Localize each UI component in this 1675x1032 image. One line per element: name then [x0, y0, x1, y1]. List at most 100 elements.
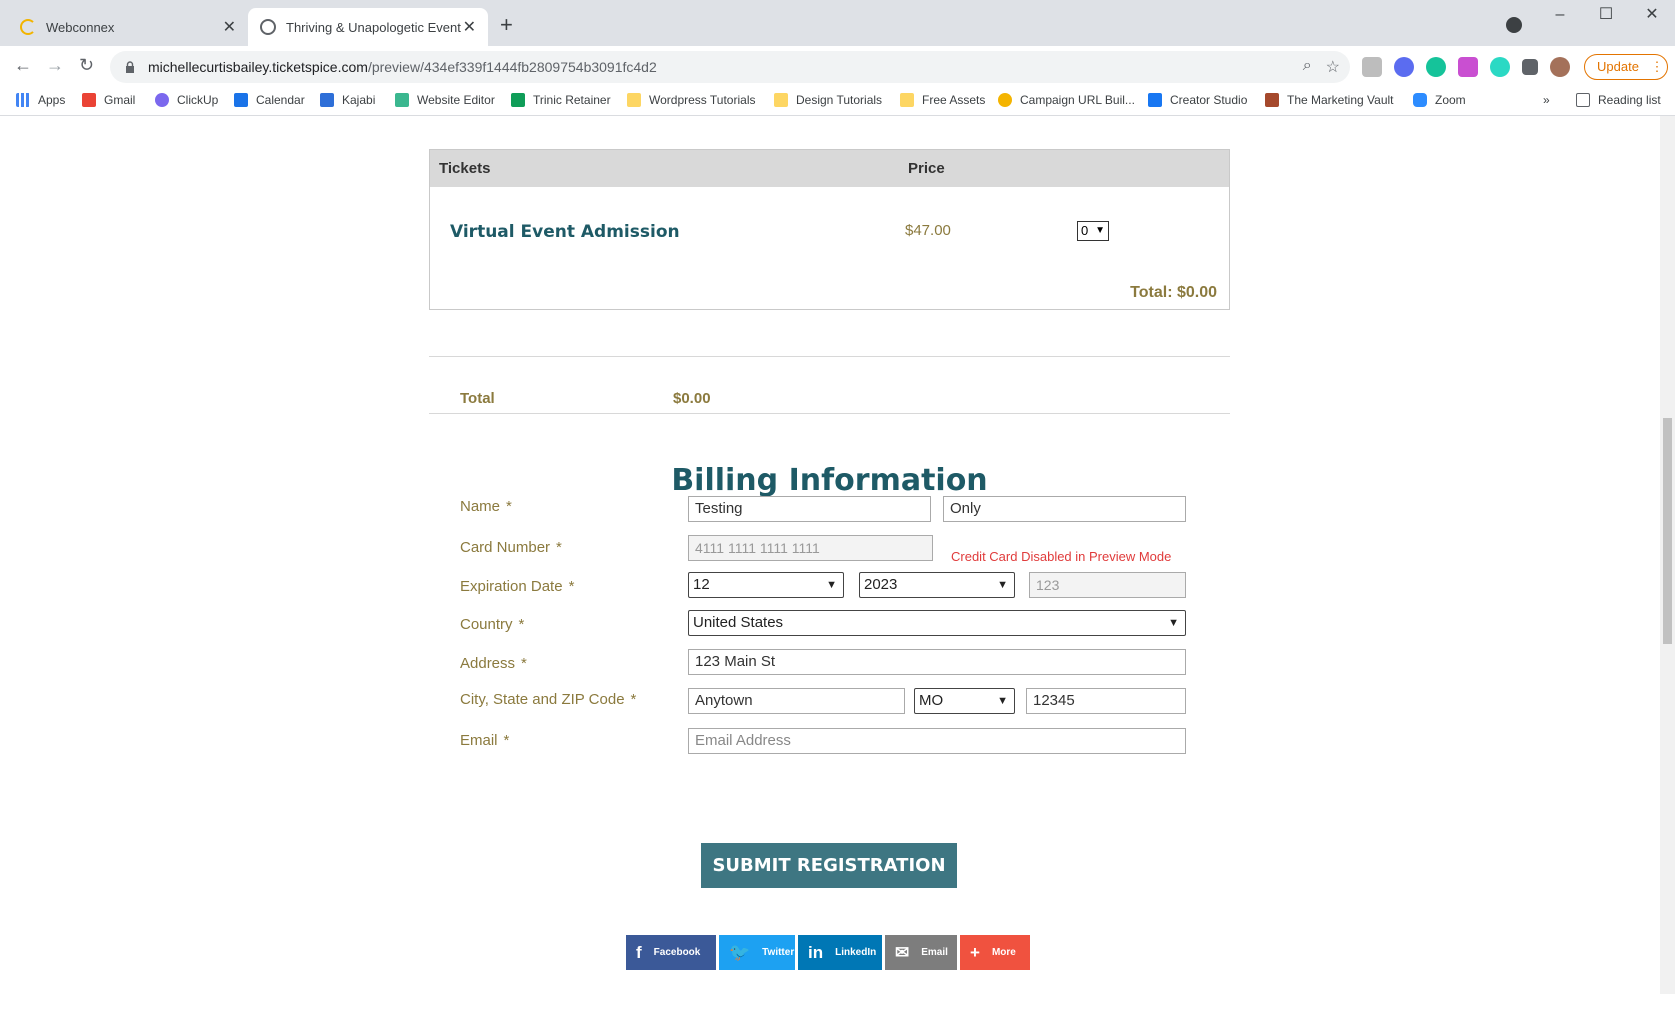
grammarly-icon[interactable] [1426, 57, 1446, 77]
first-name-field[interactable]: Testing [688, 496, 931, 522]
share-twitter-button[interactable]: 🐦 Twitter [719, 935, 795, 970]
ticket-quantity-select[interactable]: 0 ▼ [1077, 221, 1109, 241]
zoom-icon[interactable]: ⌕ [1303, 57, 1312, 77]
bookmark-kajabi[interactable]: Kajabi [320, 93, 375, 107]
window-controls: – ☐ ✕ [1537, 0, 1675, 32]
back-icon[interactable]: ← [14, 55, 32, 76]
browser-toolbar: ← → ↻ michellecurtisbailey.ticketspice.c… [0, 46, 1675, 88]
tickets-table-header: Tickets Price [430, 150, 1229, 187]
page-scrollbar[interactable] [1660, 116, 1675, 994]
tab-title: Thriving & Unapologetic Event [286, 19, 461, 35]
close-window-icon[interactable]: ✕ [1629, 0, 1675, 32]
select-value: 12 [693, 576, 710, 593]
chevron-down-icon: ▼ [1095, 225, 1105, 236]
sheets-icon [511, 93, 525, 107]
bookmark-free-assets[interactable]: Free Assets [900, 93, 985, 107]
bookmark-star-icon[interactable]: ☆ [1326, 57, 1340, 77]
extension-icon[interactable] [1458, 57, 1478, 77]
expiration-date-label: Expiration Date * [460, 578, 574, 595]
card-disabled-warning: Credit Card Disabled in Preview Mode [951, 549, 1172, 564]
reading-list[interactable]: Reading list [1576, 93, 1661, 107]
total-label: Total [460, 390, 495, 407]
bookmark-marketing-vault[interactable]: The Marketing Vault [1265, 93, 1394, 107]
gmail-icon [82, 93, 96, 107]
share-facebook-button[interactable]: f Facebook [626, 935, 716, 970]
name-label: Name * [460, 498, 512, 515]
bookmark-design-tutorials[interactable]: Design Tutorials [774, 93, 882, 107]
ticket-name: Virtual Event Admission [450, 222, 680, 242]
maximize-icon[interactable]: ☐ [1583, 0, 1629, 32]
chevron-down-icon: ▼ [1168, 617, 1179, 629]
avatar[interactable] [1550, 57, 1570, 77]
share-label: LinkedIn [835, 947, 877, 958]
share-email-button[interactable]: ✉ Email [885, 935, 957, 970]
tab-thriving-event[interactable]: Thriving & Unapologetic Event ✕ [248, 8, 488, 46]
reload-icon[interactable]: ↻ [79, 55, 94, 76]
puzzle-icon[interactable] [1522, 59, 1538, 75]
plus-icon: + [970, 942, 980, 962]
lock-icon [126, 61, 134, 73]
bookmark-apps[interactable]: Apps [16, 93, 65, 107]
label-text: Name [460, 498, 501, 515]
new-tab-icon[interactable]: + [500, 12, 513, 38]
bookmark-trinic-retainer[interactable]: Trinic Retainer [511, 93, 611, 107]
editor-icon [395, 93, 409, 107]
update-button[interactable]: Update ⋮ [1584, 54, 1668, 80]
address-bar[interactable]: michellecurtisbailey.ticketspice.com/pre… [110, 51, 1350, 83]
share-label: More [991, 947, 1016, 958]
more-bookmarks-icon[interactable]: » [1543, 93, 1550, 107]
select-value: 2023 [864, 576, 898, 593]
extension-icon[interactable] [1394, 57, 1414, 77]
reading-list-icon [1576, 93, 1590, 107]
bookmark-label: Gmail [104, 93, 136, 107]
zip-field[interactable]: 12345 [1026, 688, 1186, 714]
bookmark-creator-studio[interactable]: Creator Studio [1148, 93, 1247, 107]
bookmark-wordpress-tutorials[interactable]: Wordpress Tutorials [627, 93, 755, 107]
forward-icon[interactable]: → [46, 55, 64, 76]
bookmark-calendar[interactable]: Calendar [234, 93, 305, 107]
bookmark-clickup[interactable]: ClickUp [155, 93, 218, 107]
expiration-year-select[interactable]: 2023 ▼ [859, 572, 1015, 598]
city-field[interactable]: Anytown [688, 688, 905, 714]
last-name-field[interactable]: Only [943, 496, 1186, 522]
select-value: MO [919, 692, 944, 709]
country-select[interactable]: United States ▼ [688, 610, 1186, 636]
total-value: $0.00 [673, 390, 711, 407]
tickets-table: Tickets Price Virtual Event Admission $4… [429, 149, 1230, 310]
globe-icon [260, 19, 276, 35]
card-number-field[interactable]: 4111 1111 1111 1111 [688, 535, 933, 561]
page-content: Tickets Price Virtual Event Admission $4… [0, 116, 1660, 994]
state-select[interactable]: MO ▼ [914, 688, 1015, 714]
submit-registration-button[interactable]: SUBMIT REGISTRATION [701, 843, 957, 888]
scroll-thumb[interactable] [1663, 418, 1672, 644]
price-column-header: Price [908, 160, 945, 177]
extension-icon[interactable] [1362, 57, 1382, 77]
facebook-icon [1148, 93, 1162, 107]
bookmark-campaign-url[interactable]: Campaign URL Buil... [998, 93, 1135, 107]
extension-icon[interactable] [1490, 57, 1510, 77]
bookmark-zoom[interactable]: Zoom [1413, 93, 1466, 107]
expiration-month-select[interactable]: 12 ▼ [688, 572, 844, 598]
close-icon[interactable]: ✕ [463, 17, 476, 37]
clickup-icon [155, 93, 169, 107]
folder-icon [900, 93, 914, 107]
share-buttons: f Facebook 🐦 Twitter in LinkedIn ✉ Email + Mo… [626, 935, 1030, 970]
calendar-icon [234, 93, 248, 107]
more-vert-icon: ⋮ [1650, 59, 1664, 74]
share-linkedin-button[interactable]: in LinkedIn [798, 935, 882, 970]
bookmark-gmail[interactable]: Gmail [82, 93, 135, 107]
grand-total-row: Total $0.00 [429, 388, 1230, 414]
tab-search-icon[interactable] [1506, 17, 1522, 33]
address-field[interactable]: 123 Main St [688, 649, 1186, 675]
share-more-button[interactable]: + More [960, 935, 1030, 970]
tab-webconnex[interactable]: Webconnex ✕ [8, 8, 248, 46]
bookmark-label: Website Editor [417, 93, 495, 107]
email-field[interactable]: Email Address [688, 728, 1186, 754]
cvv-field[interactable]: 123 [1029, 572, 1186, 598]
close-icon[interactable]: ✕ [223, 17, 236, 37]
bookmark-website-editor[interactable]: Website Editor [395, 93, 495, 107]
reading-list-label: Reading list [1598, 93, 1661, 107]
minimize-icon[interactable]: – [1537, 0, 1583, 32]
email-label: Email * [460, 732, 509, 749]
tickets-column-header: Tickets [439, 160, 491, 177]
